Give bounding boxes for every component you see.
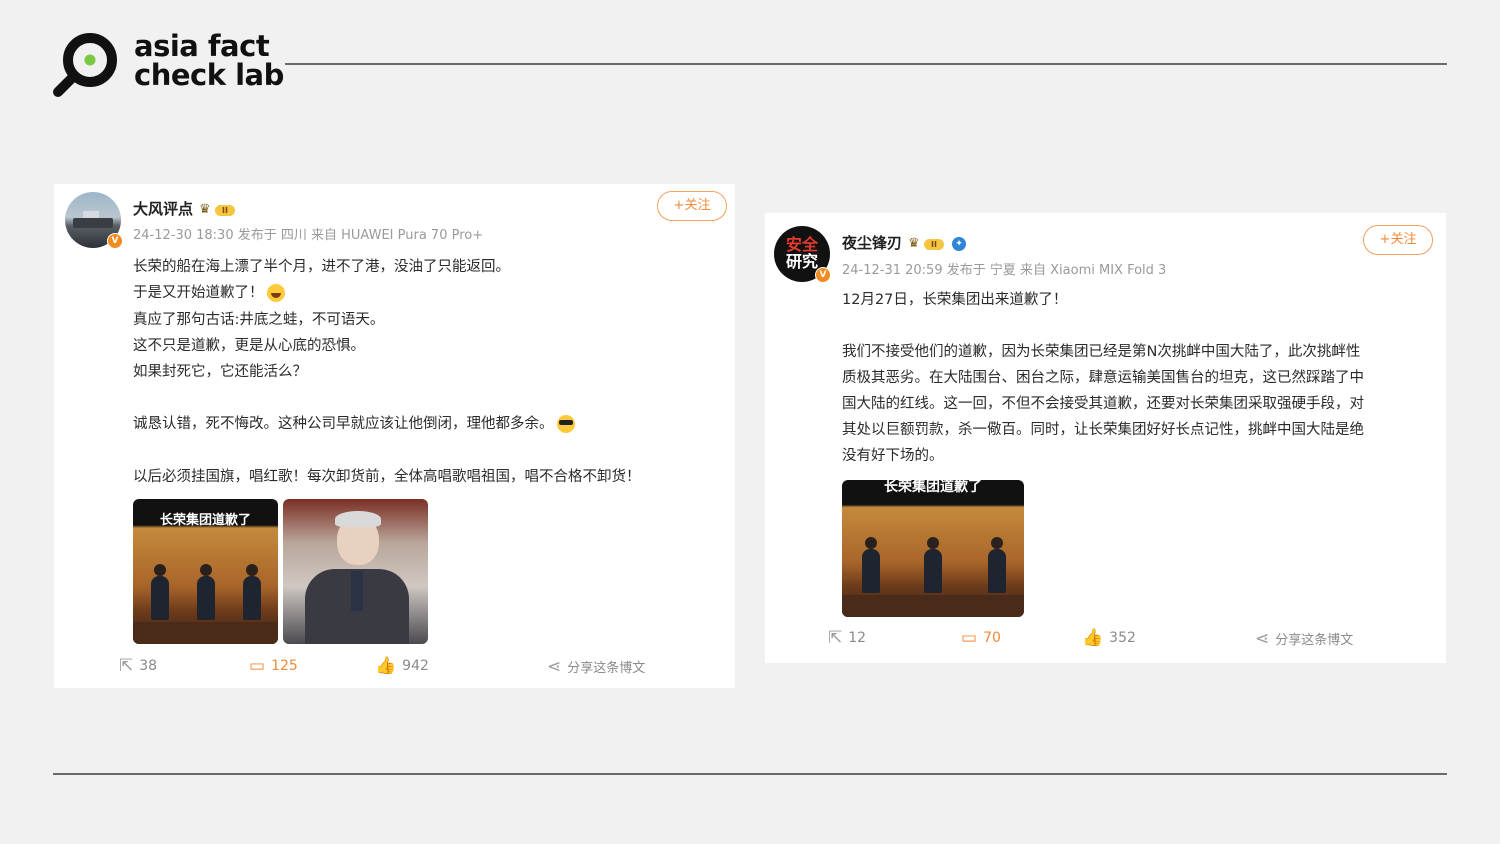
like-button[interactable]: 👍 352 [1082, 629, 1136, 647]
level-badge: II [924, 238, 945, 250]
brand-name-line2: check lab [134, 58, 284, 92]
repost-button[interactable]: ⇱ 38 [119, 657, 157, 675]
thumbs-up-icon: 👍 [375, 656, 397, 676]
sunglasses-emoji-icon [556, 415, 575, 434]
post-image-apology[interactable]: 长荣集团道歉了 [133, 499, 278, 644]
repost-icon: ⇱ [828, 628, 843, 648]
follow-button[interactable]: +关注 [657, 191, 727, 221]
post-line: 没有好下场的。 [842, 448, 944, 464]
footer-divider [53, 773, 1447, 775]
weibo-post-card: V 大风评点 ♛ II 24-12-30 18:30 发布于 四川 来自 HUAWE… [54, 184, 735, 688]
post-meta: 24-12-30 18:30 发布于 四川 来自 HUAWEI Pura 70 … [133, 228, 484, 243]
comment-icon: ▭ [961, 628, 978, 648]
post-line: 国大陆的红线。这一回，不但不会接受其道歉，还要对长荣集团采取强硬手段，对 [842, 396, 1364, 412]
post-meta: 24-12-31 20:59 发布于 宁夏 来自 Xiaomi MIX Fold… [842, 263, 1167, 278]
avatar-text-line1: 安全 [785, 235, 818, 254]
comment-count: 70 [983, 630, 1001, 646]
post-line: 于是又开始道歉了！ [133, 280, 723, 306]
post-line: 以后必须挂国旗，唱红歌！每次卸货前，全体高唱歌唱祖国，唱不合格不卸货！ [133, 468, 641, 485]
weibo-post-card: 安全 研究 V 夜尘锋刃 ♛ II ✦ 24-12-31 20:59 发布于 宁夏 来… [765, 213, 1446, 663]
post-line: 我们不接受他们的道歉，因为长荣集团已经是第N次挑衅中国大陆了，此次挑衅性 [842, 344, 1361, 360]
follow-button[interactable]: +关注 [1363, 225, 1433, 255]
post-image-apology[interactable]: 长荣集团道歉了 [842, 480, 1024, 617]
post-body: 12月27日，长荣集团出来道歉了！ 我们不接受他们的道歉，因为长荣集团已经是第N… [842, 287, 1432, 469]
post-line: 12月27日，长荣集团出来道歉了！ [842, 292, 1068, 308]
verified-badge-icon: V [107, 233, 123, 249]
post-line-text: 于是又开始道歉了！ [133, 285, 264, 302]
like-button[interactable]: 👍 942 [375, 657, 429, 675]
laugh-emoji-icon [266, 284, 285, 303]
comment-button[interactable]: ▭ 125 [249, 657, 298, 675]
repost-count: 12 [848, 630, 867, 646]
header-divider [285, 63, 1447, 65]
share-label: 分享这条博文 [1275, 633, 1354, 648]
brand-name: asia fact check lab [134, 32, 284, 90]
crown-level-icon: ♛ II [908, 236, 946, 252]
comment-button[interactable]: ▭ 70 [961, 629, 1001, 647]
repost-icon: ⇱ [119, 656, 134, 676]
crown-level-icon: ♛ II [199, 202, 237, 218]
post-line: 其处以巨额罚款，杀一儆百。同时，让长荣集团好好长点记性，挑衅中国大陆是绝 [842, 422, 1364, 438]
post-image-portrait[interactable] [283, 499, 428, 644]
share-icon: ⋖ [1255, 628, 1270, 649]
repost-count: 38 [139, 658, 158, 674]
post-line: 长荣的船在海上漂了半个月，进不了港，没油了只能返回。 [133, 259, 510, 275]
post-line-text: 诚恳认错，死不悔改。这种公司早就应该让他倒闭，理他都多余。 [133, 416, 554, 433]
post-body: 长荣的船在海上漂了半个月，进不了港，没油了只能返回。 于是又开始道歉了！ 真应了… [133, 254, 723, 490]
share-button[interactable]: ⋖ 分享这条博文 [1255, 628, 1354, 649]
image-caption: 长荣集团道歉了 [159, 513, 251, 528]
post-line: 真应了那句古话:井底之蛙，不可语天。 [133, 311, 385, 328]
username-text[interactable]: 夜尘锋刃 [842, 234, 902, 252]
post-action-bar: ⇱ 12 ▭ 70 👍 352 ⋖ 分享这条博文 [765, 629, 1446, 649]
post-line-blank [133, 385, 723, 411]
like-count: 942 [402, 658, 429, 674]
magnifier-logo-icon [53, 33, 117, 97]
post-action-bar: ⇱ 38 ▭ 125 👍 942 ⋖ 分享这条博文 [54, 657, 735, 677]
like-count: 352 [1109, 630, 1136, 646]
post-username[interactable]: 大风评点 ♛ II [133, 198, 237, 219]
blue-v-badge-icon: ✦ [952, 236, 967, 251]
post-line-blank [133, 438, 723, 464]
image-caption: 长荣集团道歉了 [884, 480, 982, 495]
username-text[interactable]: 大风评点 [133, 200, 193, 218]
brand-name-line1: asia fact [134, 29, 270, 63]
repost-button[interactable]: ⇱ 12 [828, 629, 866, 647]
post-line: 质极其恶劣。在大陆围台、困台之际，肆意运输美国售台的坦克，这已然踩踏了中 [842, 370, 1364, 386]
post-line: 这不只是道歉，更是从心底的恐惧。 [133, 337, 365, 354]
share-button[interactable]: ⋖ 分享这条博文 [547, 656, 646, 677]
comment-icon: ▭ [249, 656, 266, 676]
post-line: 诚恳认错，死不悔改。这种公司早就应该让他倒闭，理他都多余。 [133, 411, 723, 437]
share-icon: ⋖ [547, 656, 562, 677]
comment-count: 125 [271, 658, 298, 674]
verified-badge-icon: V [815, 267, 831, 283]
level-badge: II [215, 204, 236, 216]
post-line-blank [842, 313, 1432, 339]
post-line: 如果封死它，它还能活么？ [133, 364, 307, 381]
thumbs-up-icon: 👍 [1082, 628, 1104, 648]
share-label: 分享这条博文 [567, 661, 646, 676]
post-username[interactable]: 夜尘锋刃 ♛ II ✦ [842, 232, 967, 253]
